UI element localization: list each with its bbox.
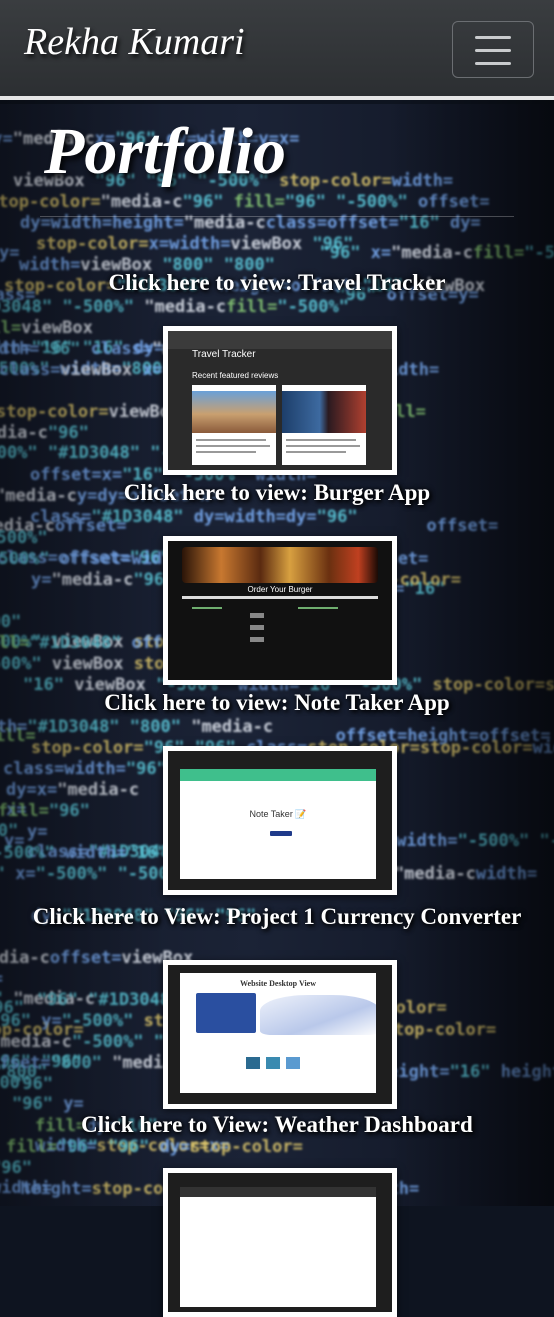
preview-heading: Note Taker 📝: [249, 809, 307, 819]
preview-button: [250, 625, 264, 630]
project-thumbnail-travel-tracker[interactable]: Travel Tracker Recent featured reviews: [163, 326, 397, 475]
preview-photo: [282, 391, 366, 433]
preview-heading: Recent featured reviews: [192, 371, 279, 380]
project-thumbnail-weather-dashboard[interactable]: [163, 1168, 397, 1317]
preview-burger-image: [182, 547, 378, 583]
hamburger-menu-button[interactable]: [452, 21, 534, 78]
preview-tile: [246, 1057, 260, 1069]
preview-button: [270, 831, 292, 836]
project-link-weather-dashboard[interactable]: Click here to View: Weather Dashboard: [0, 1112, 554, 1138]
project-link-currency-converter[interactable]: Click here to View: Project 1 Currency C…: [0, 904, 554, 930]
preview-text-line: [196, 439, 266, 441]
hamburger-menu-icon: [475, 36, 511, 39]
preview-text-line: [286, 451, 346, 453]
divider: [40, 216, 514, 217]
preview-card: [282, 385, 366, 465]
project-thumbnail-currency-converter[interactable]: Website Desktop View: [163, 960, 397, 1109]
preview-header: [168, 331, 392, 349]
preview-graphic: [260, 995, 376, 1035]
project-link-note-taker[interactable]: Click here to view: Note Taker App: [0, 690, 554, 716]
preview-photo: [192, 391, 276, 433]
preview-list-line: [192, 607, 222, 609]
project-link-burger-app[interactable]: Click here to view: Burger App: [0, 480, 554, 506]
preview-card: [192, 385, 276, 465]
preview-heading: Order Your Burger: [247, 585, 313, 594]
preview-header: [180, 769, 376, 781]
brand-name[interactable]: Rekha Kumari: [24, 20, 245, 64]
navbar: Rekha Kumari: [0, 0, 554, 100]
project-thumbnail-note-taker[interactable]: Note Taker 📝: [163, 746, 397, 895]
preview-tile: [286, 1057, 300, 1069]
preview-input: [182, 596, 378, 599]
preview-tile: [266, 1057, 280, 1069]
preview-text-line: [196, 451, 256, 453]
preview-app-name: Travel Tracker: [192, 349, 256, 360]
preview-heading: Website Desktop View: [240, 979, 316, 988]
preview-header: [180, 1187, 376, 1197]
preview-text-line: [196, 445, 270, 447]
project-thumbnail-burger-app[interactable]: Order Your Burger: [163, 536, 397, 685]
preview-button: [250, 613, 264, 618]
preview-text-line: [286, 439, 356, 441]
hamburger-menu-icon: [475, 49, 511, 52]
project-link-travel-tracker[interactable]: Click here to view: Travel Tracker: [0, 270, 554, 296]
preview-button: [250, 637, 264, 642]
page-title: Portfolio: [44, 115, 286, 188]
preview-list-line: [298, 607, 338, 609]
preview-text-line: [286, 445, 360, 447]
preview-hero: [196, 993, 256, 1033]
hamburger-menu-icon: [475, 62, 511, 65]
